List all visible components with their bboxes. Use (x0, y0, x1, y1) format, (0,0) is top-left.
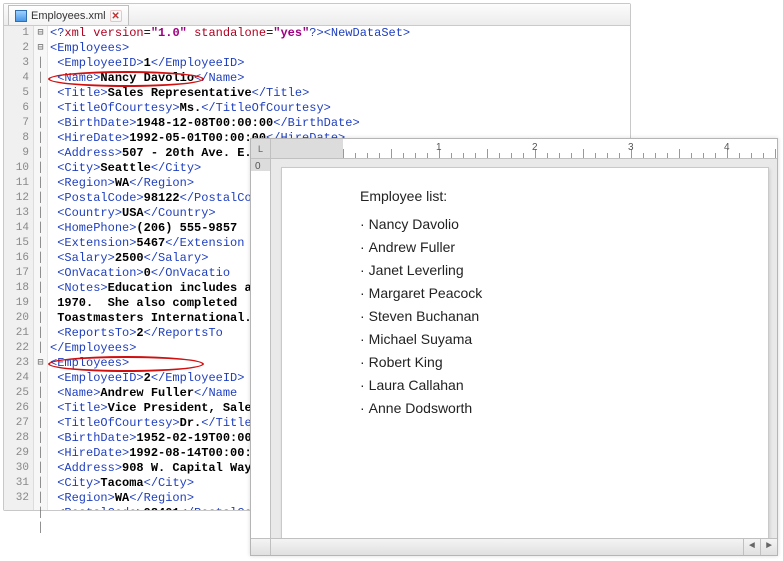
list-item: ·Robert King (360, 354, 768, 370)
list-heading: Employee list: (360, 188, 768, 204)
list-item: ·Laura Callahan (360, 377, 768, 393)
document-window: L 1234 0 Employee list: ·Nancy Davolio ·A… (250, 138, 778, 556)
fold-column[interactable]: ⊟⊟││││││││││││││││││││⊟│││││││││││ (34, 26, 48, 510)
list-item: ·Andrew Fuller (360, 239, 768, 255)
xml-file-icon (15, 10, 27, 22)
horizontal-ruler[interactable]: 1234 (271, 139, 777, 159)
scroll-right-icon[interactable]: ► (760, 539, 777, 555)
ruler-corner: L (251, 139, 271, 159)
list-item: ·Anne Dodsworth (360, 400, 768, 416)
file-tab[interactable]: Employees.xml ✕ (8, 5, 129, 25)
vertical-ruler[interactable]: 0 (251, 159, 271, 538)
list-item: ·Nancy Davolio (360, 216, 768, 232)
vruler-zero: 0 (255, 161, 261, 172)
list-item: ·Janet Leverling (360, 262, 768, 278)
page-viewport[interactable]: Employee list: ·Nancy Davolio ·Andrew Ful… (271, 159, 777, 538)
scroll-left-icon[interactable]: ◄ (743, 539, 760, 555)
ruler-row: L 1234 (251, 139, 777, 159)
list-item: ·Margaret Peacock (360, 285, 768, 301)
list-item: ·Steven Buchanan (360, 308, 768, 324)
tab-bar: Employees.xml ✕ (4, 4, 630, 26)
close-icon[interactable]: ✕ (110, 10, 122, 22)
tab-filename: Employees.xml (31, 10, 106, 22)
employee-list: ·Nancy Davolio ·Andrew Fuller ·Janet Lever… (360, 216, 768, 416)
page: Employee list: ·Nancy Davolio ·Andrew Ful… (281, 167, 769, 538)
line-number-gutter: 1234567891011121314151617181920212223242… (4, 26, 34, 510)
horizontal-scrollbar[interactable]: ◄ ► (251, 538, 777, 555)
scrollbar-track[interactable] (271, 539, 743, 555)
list-item: ·Michael Suyama (360, 331, 768, 347)
